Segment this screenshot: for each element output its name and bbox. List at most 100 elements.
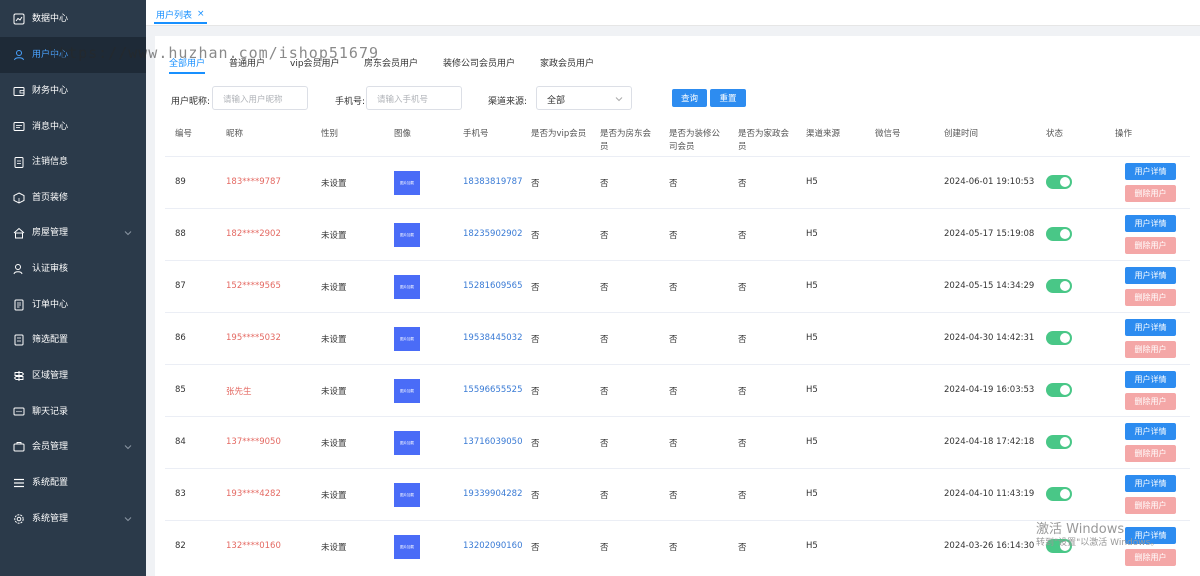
cell-channel: H5: [806, 177, 818, 187]
table-row: 88 182****2902 未设置 图片加载 18235902902 否 否 否 否 H5 202…: [165, 208, 1190, 260]
filter-doc-icon: [14, 334, 24, 346]
avatar: 图片加载: [394, 275, 420, 299]
cell-landlord: 否: [600, 283, 609, 293]
phone-placeholder: 请输入手机号: [377, 95, 429, 105]
sidebar-item-label: 注销信息: [32, 157, 69, 167]
cell-landlord: 否: [600, 387, 609, 397]
status-toggle[interactable]: [1046, 383, 1072, 397]
sidebar-item-finance[interactable]: 财务中心: [0, 73, 146, 109]
user-detail-button[interactable]: 用户详情: [1125, 163, 1176, 180]
cell-vip: 否: [531, 179, 540, 189]
status-toggle[interactable]: [1046, 487, 1072, 501]
status-toggle[interactable]: [1046, 227, 1072, 241]
windows-activation-subtitle: 转到"设置"以激活 Windows。: [1036, 538, 1160, 548]
delete-user-button[interactable]: 删除用户: [1125, 393, 1176, 410]
column-header: 编号: [175, 129, 193, 139]
column-header: 操作: [1115, 129, 1133, 139]
table-row: 85 张先生 未设置 图片加载 15596655525 否 否 否 否 H5 2024-04-19 …: [165, 364, 1190, 416]
chevron-down-icon: [615, 97, 623, 102]
avatar: 图片加载: [394, 431, 420, 455]
sidebar-item-deregistration[interactable]: 注销信息: [0, 144, 146, 180]
delete-user-button[interactable]: 删除用户: [1125, 497, 1176, 514]
cell-channel: H5: [806, 489, 818, 499]
table-row: 87 152****9565 未设置 图片加载 15281609565 否 否 否 否 H5 202…: [165, 260, 1190, 312]
user-detail-button[interactable]: 用户详情: [1125, 215, 1176, 232]
tab-user-list[interactable]: 用户列表 ×: [154, 6, 207, 24]
sidebar-item-orders[interactable]: 订单中心: [0, 287, 146, 323]
cell-created: 2024-06-01 19:10:53: [944, 177, 1035, 187]
cell-created: 2024-04-18 17:42:18: [944, 437, 1035, 447]
delete-user-button[interactable]: 删除用户: [1125, 549, 1176, 566]
sidebar-item-label: 消息中心: [32, 122, 69, 132]
table-row: 86 195****5032 未设置 图片加载 19538445032 否 否 否 否 H5 202…: [165, 312, 1190, 364]
cell-created: 2024-04-19 16:03:53: [944, 385, 1035, 395]
nickname-input[interactable]: 请输入用户昵称: [212, 86, 308, 110]
user-detail-button[interactable]: 用户详情: [1125, 371, 1176, 388]
status-toggle[interactable]: [1046, 279, 1072, 293]
column-header: 渠道来源: [806, 129, 841, 139]
delete-user-button[interactable]: 删除用户: [1125, 289, 1176, 306]
user-detail-button[interactable]: 用户详情: [1125, 319, 1176, 336]
cell-id: 82: [175, 541, 186, 551]
sidebar-item-system-config[interactable]: 系统配置: [0, 465, 146, 501]
delete-user-button[interactable]: 删除用户: [1125, 185, 1176, 202]
delete-user-button[interactable]: 删除用户: [1125, 445, 1176, 462]
cell-deco: 否: [669, 439, 678, 449]
list-icon: [14, 478, 24, 488]
sidebar-item-members[interactable]: 会员管理: [0, 429, 146, 465]
avatar: 图片加载: [394, 379, 420, 403]
status-toggle[interactable]: [1046, 331, 1072, 345]
status-toggle[interactable]: [1046, 435, 1072, 449]
reset-button[interactable]: 重置: [710, 89, 746, 107]
user-detail-button[interactable]: 用户详情: [1125, 423, 1176, 440]
avatar-text: 图片加载: [400, 544, 414, 549]
user-detail-button[interactable]: 用户详情: [1125, 267, 1176, 284]
sidebar-item-label: 房屋管理: [32, 228, 69, 238]
column-header: 性别: [321, 129, 339, 139]
cell-id: 83: [175, 489, 186, 499]
sidebar-item-system-management[interactable]: 系统管理: [0, 501, 146, 537]
delete-user-button[interactable]: 删除用户: [1125, 237, 1176, 254]
avatar: 图片加载: [394, 223, 420, 247]
tab-bar: 用户列表 ×: [146, 0, 1200, 26]
avatar-text: 图片加载: [400, 336, 414, 341]
sidebar-item-housing[interactable]: 房屋管理: [0, 215, 146, 251]
avatar: 图片加载: [394, 171, 420, 195]
query-button[interactable]: 查询: [672, 89, 707, 107]
cell-deco: 否: [669, 231, 678, 241]
cell-phone: 18383819787: [463, 177, 523, 187]
column-header: 是否为家政会员: [738, 129, 790, 152]
tab-housekeeping-users[interactable]: 家政会员用户: [540, 56, 594, 69]
user-detail-button[interactable]: 用户详情: [1125, 475, 1176, 492]
cell-deco: 否: [669, 335, 678, 345]
cell-channel: H5: [806, 437, 818, 447]
cell-created: 2024-04-30 14:42:31: [944, 333, 1035, 343]
phone-input[interactable]: 请输入手机号: [366, 86, 462, 110]
cell-gender: 未设置: [321, 231, 347, 241]
sidebar-item-chat-logs[interactable]: 聊天记录: [0, 394, 146, 430]
sidebar: 数据中心 用户中心 财务中心 消息中心 注销信息 首页装修 房屋管理 认证审核 …: [0, 0, 146, 576]
sidebar-item-filter-config[interactable]: 筛选配置: [0, 322, 146, 358]
chevron-down-icon: [124, 517, 132, 522]
close-icon[interactable]: ×: [197, 9, 205, 19]
sidebar-item-regions[interactable]: 区域管理: [0, 358, 146, 394]
signpost-icon: [13, 371, 25, 381]
tab-decoration-company-users[interactable]: 装修公司会员用户: [443, 56, 515, 69]
cell-phone: 19538445032: [463, 333, 523, 343]
cell-deco: 否: [669, 491, 678, 501]
url-watermark: https://www.huzhan.com/ishop51679: [48, 44, 380, 62]
channel-select[interactable]: 全部: [536, 86, 632, 110]
sidebar-item-messages[interactable]: 消息中心: [0, 109, 146, 145]
delete-user-button[interactable]: 删除用户: [1125, 341, 1176, 358]
sidebar-item-home-decoration[interactable]: 首页装修: [0, 180, 146, 216]
column-header: 手机号: [463, 129, 489, 139]
cell-id: 87: [175, 281, 186, 291]
cell-nick: 182****2902: [226, 229, 281, 239]
status-toggle[interactable]: [1046, 175, 1072, 189]
nickname-label: 用户昵称:: [171, 97, 211, 107]
sidebar-item-data-center[interactable]: 数据中心: [0, 1, 146, 37]
home-icon: [13, 227, 25, 239]
table-header: 编号 昵称 性别 图像 手机号 是否为vip会员 是否为房东会员 是否为装修公司…: [155, 122, 1200, 156]
sidebar-item-verification[interactable]: 认证审核: [0, 251, 146, 287]
cell-deco: 否: [669, 543, 678, 553]
